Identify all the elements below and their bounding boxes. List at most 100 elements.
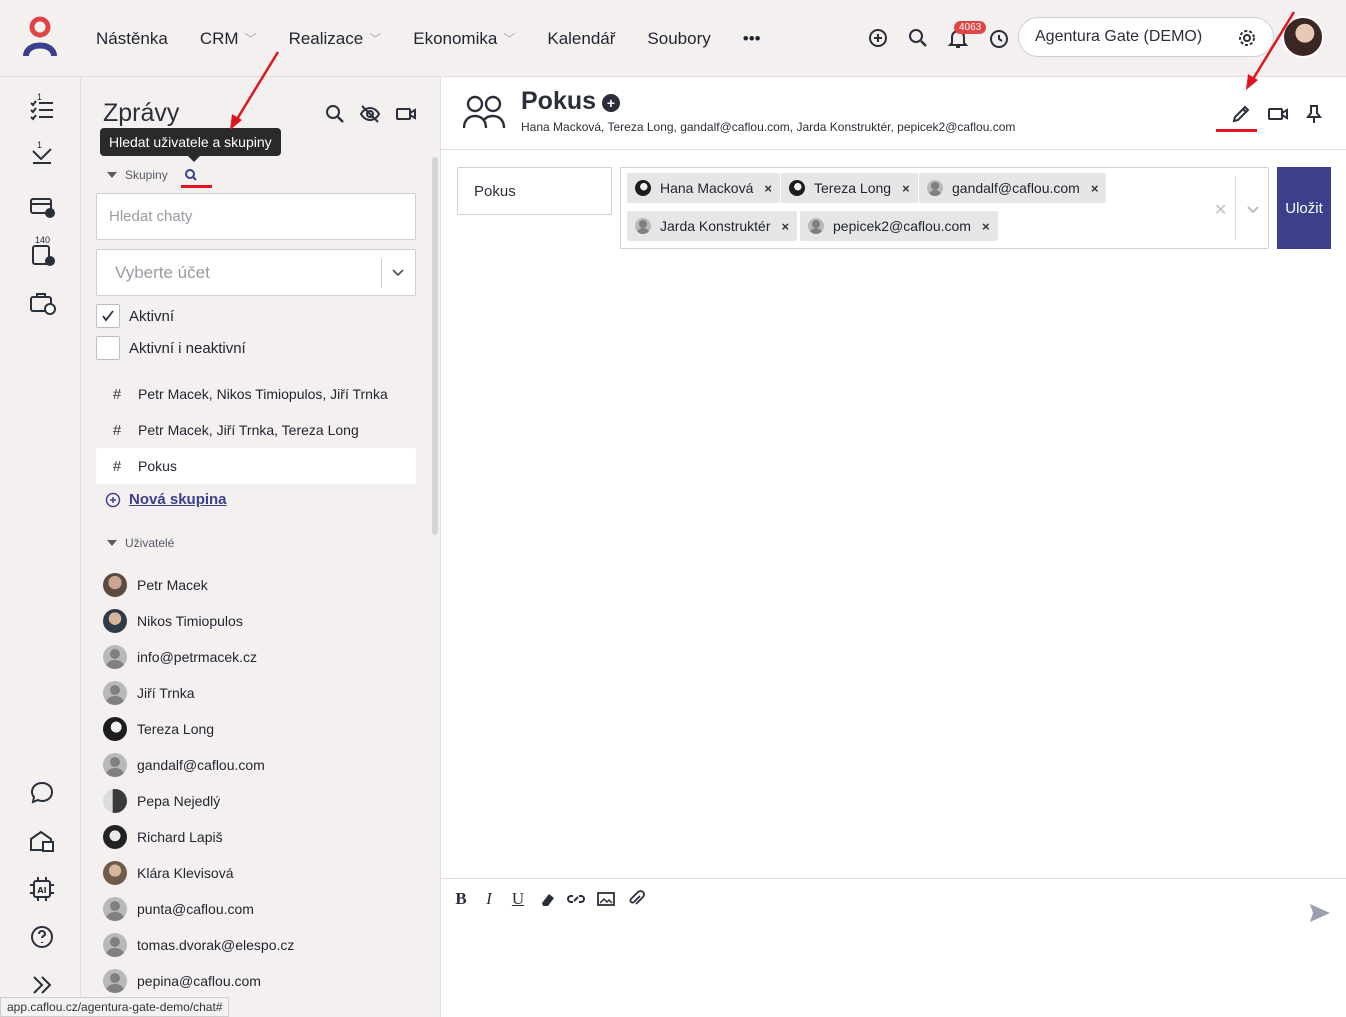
eye-off-icon[interactable]: [359, 103, 381, 125]
filter-label: Aktivní i neaktivní: [129, 339, 246, 357]
invoice-alert-icon[interactable]: [28, 193, 56, 221]
user-list-item[interactable]: info@petrmacek.cz: [103, 642, 257, 672]
checkbox[interactable]: [96, 336, 120, 360]
user-avatar: [103, 573, 127, 597]
nav-item[interactable]: Kalendář: [531, 29, 631, 49]
group-list-item[interactable]: # Petr Macek, Jiří Trnka, Tereza Long: [96, 412, 416, 448]
collapse-triangle-icon: [107, 172, 117, 178]
panel-scrollbar[interactable]: [432, 157, 438, 535]
account-select[interactable]: [96, 249, 416, 296]
chat-search-field[interactable]: [96, 193, 416, 240]
mail-lock-icon[interactable]: [28, 827, 56, 855]
user-list-item[interactable]: Jiří Trnka: [103, 678, 195, 708]
user-list-item[interactable]: tomas.dvorak@elespo.cz: [103, 930, 294, 960]
group-name-field[interactable]: Pokus: [457, 167, 612, 215]
clear-icon[interactable]: ✕: [1214, 200, 1227, 220]
groups-section-header[interactable]: Skupiny: [107, 168, 198, 182]
pin-icon[interactable]: [1303, 103, 1325, 125]
search-users-groups-icon[interactable]: [184, 168, 198, 182]
tasks-icon[interactable]: [28, 95, 56, 123]
link-icon[interactable]: [566, 889, 586, 909]
users-section-header[interactable]: Uživatelé: [107, 536, 174, 550]
caflou-logo[interactable]: [22, 16, 58, 58]
user-avatar: [103, 753, 127, 777]
chevron-down-icon[interactable]: [391, 266, 405, 280]
video-call-icon[interactable]: [1267, 103, 1289, 125]
nav-item[interactable]: Realizace ﹀: [273, 29, 398, 49]
save-button[interactable]: Uložit: [1277, 167, 1331, 249]
remove-member-icon[interactable]: ×: [982, 219, 990, 234]
user-name: Nikos Timiopulos: [137, 613, 243, 629]
ai-chip-icon[interactable]: AI: [28, 875, 56, 903]
account-select-input[interactable]: [97, 250, 415, 295]
members-multiselect[interactable]: Hana Macková × Tereza Long × gandalf@caflou.…: [620, 167, 1269, 249]
group-list-item[interactable]: # Petr Macek, Nikos Timiopulos, Jiří Trnk…: [96, 376, 416, 412]
gear-icon[interactable]: [1237, 28, 1257, 48]
remove-member-icon[interactable]: ×: [1091, 181, 1099, 196]
search-icon[interactable]: [324, 103, 346, 125]
group-name: Pokus: [138, 458, 177, 474]
user-list-item[interactable]: Pepa Nejedlý: [103, 786, 220, 816]
add-circle-icon[interactable]: [867, 27, 889, 49]
pencil-edit-icon[interactable]: [1230, 103, 1252, 125]
italic-button[interactable]: I: [479, 889, 499, 909]
nav-item-label: Ekonomika: [413, 28, 498, 48]
nav-item-label: Soubory: [647, 28, 711, 48]
inbox-tasks-icon[interactable]: [28, 143, 56, 171]
user-avatar: [103, 609, 127, 633]
nav-item[interactable]: •••: [727, 29, 777, 49]
chevron-down-icon[interactable]: [1246, 203, 1260, 217]
user-list-item[interactable]: Klára Klevisová: [103, 858, 234, 888]
plus-circle-icon: [105, 492, 121, 507]
nav-item[interactable]: Ekonomika ﹀: [397, 29, 531, 49]
add-member-icon[interactable]: +: [602, 94, 620, 112]
new-group-link[interactable]: Nová skupina: [105, 491, 227, 508]
account-switcher[interactable]: Agentura Gate (DEMO): [1018, 17, 1274, 57]
checkbox[interactable]: [96, 304, 120, 328]
user-avatar[interactable]: [1282, 16, 1324, 58]
nav-item-label: CRM: [199, 28, 239, 48]
remove-member-icon[interactable]: ×: [764, 181, 772, 196]
member-name: gandalf@caflou.com: [952, 180, 1080, 196]
nav-item[interactable]: Nástěnka: [80, 29, 184, 49]
notification-badge: 4063: [954, 21, 987, 34]
nav-item[interactable]: Soubory: [631, 29, 726, 49]
remove-member-icon[interactable]: ×: [782, 219, 790, 234]
filter-checkbox[interactable]: Aktivní: [96, 304, 174, 328]
attachment-icon[interactable]: [626, 889, 646, 909]
timer-icon[interactable]: [988, 27, 1010, 49]
expand-icon[interactable]: [28, 971, 56, 999]
image-icon[interactable]: [596, 889, 616, 909]
eraser-icon[interactable]: [538, 889, 558, 909]
user-list-item[interactable]: punta@caflou.com: [103, 894, 254, 924]
search-icon[interactable]: [907, 27, 929, 49]
help-icon[interactable]: [28, 923, 56, 951]
chat-bubble-icon[interactable]: [28, 779, 56, 807]
user-list-item[interactable]: Nikos Timiopulos: [103, 606, 243, 636]
user-name: punta@caflou.com: [137, 901, 254, 917]
filter-checkbox[interactable]: Aktivní i neaktivní: [96, 336, 246, 360]
underline-button[interactable]: U: [508, 889, 528, 909]
user-list-item[interactable]: Tereza Long: [103, 714, 214, 744]
message-editor[interactable]: B I U: [441, 878, 1346, 1017]
user-avatar: [103, 933, 127, 957]
nav-item-label: Nástěnka: [96, 28, 168, 48]
user-list-item[interactable]: Petr Macek: [103, 570, 208, 600]
user-avatar: [103, 861, 127, 885]
user-name: Tereza Long: [137, 721, 215, 737]
nav-item[interactable]: CRM ﹀: [184, 29, 273, 49]
bold-button[interactable]: B: [451, 889, 471, 909]
briefcase-clock-icon[interactable]: [28, 289, 56, 317]
user-list-item[interactable]: Richard Lapiš: [103, 822, 223, 852]
video-call-icon[interactable]: [395, 103, 417, 125]
user-list-item[interactable]: pepina@caflou.com: [103, 966, 261, 996]
remove-member-icon[interactable]: ×: [902, 181, 910, 196]
chat-search-input[interactable]: [97, 194, 415, 239]
group-list-item[interactable]: # Pokus: [96, 448, 416, 484]
user-list-item[interactable]: gandalf@caflou.com: [103, 750, 265, 780]
group-name: Petr Macek, Nikos Timiopulos, Jiří Trnka: [138, 386, 388, 402]
checklist-alert-icon[interactable]: [28, 241, 56, 269]
send-icon[interactable]: [1308, 901, 1332, 925]
nav-item-label: Realizace: [288, 28, 364, 48]
user-name: Pepa Nejedlý: [137, 793, 221, 809]
